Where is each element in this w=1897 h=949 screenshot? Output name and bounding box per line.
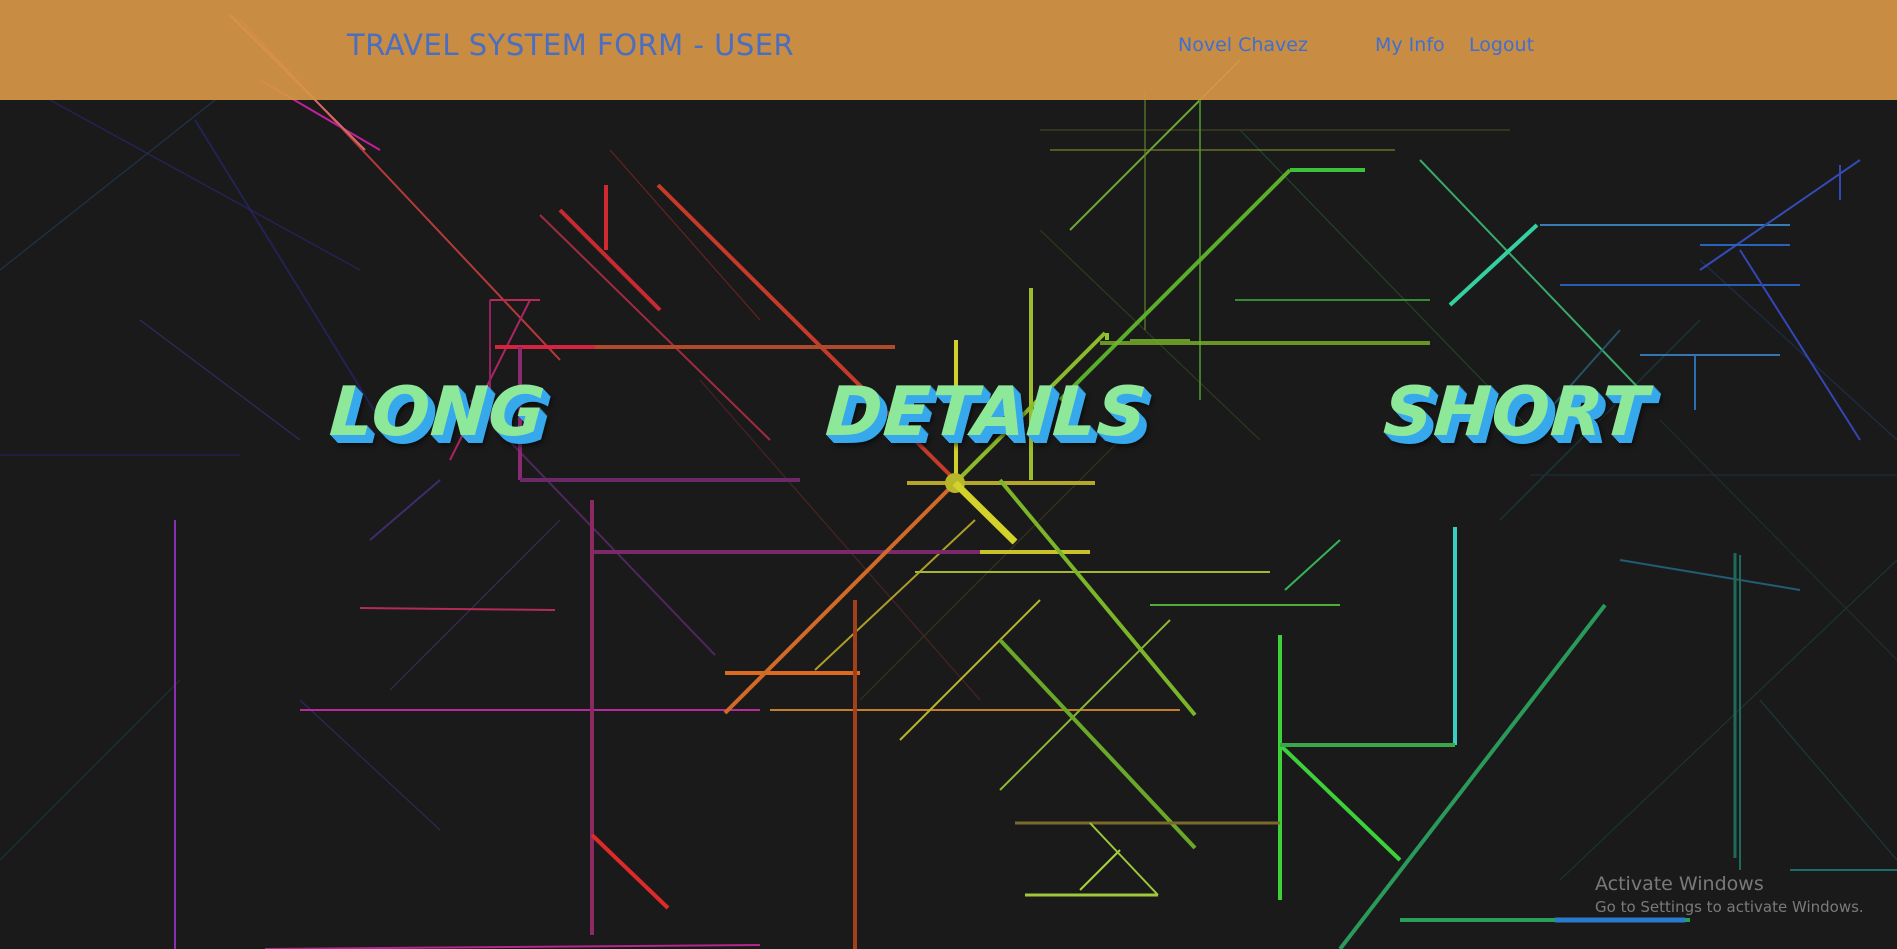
details-option[interactable]: DETAILS [823,373,1150,452]
brand-title-link[interactable]: TRAVEL SYSTEM FORM - USER [347,28,794,62]
my-info-link[interactable]: My Info [1375,34,1445,56]
windows-activation-watermark: Activate Windows Go to Settings to activ… [1595,873,1864,916]
logout-link[interactable]: Logout [1469,34,1534,56]
user-name-link[interactable]: Novel Chavez [1178,34,1308,56]
page-root: TRAVEL SYSTEM FORM - USER Novel Chavez M… [0,0,1897,949]
long-option[interactable]: LONG [327,373,548,452]
short-option[interactable]: SHORT [1381,373,1651,452]
watermark-title: Activate Windows [1595,873,1764,895]
decorative-line-background [0,14,1897,949]
top-navigation-bar: TRAVEL SYSTEM FORM - USER Novel Chavez M… [0,0,1897,100]
watermark-subtitle: Go to Settings to activate Windows. [1595,898,1864,916]
